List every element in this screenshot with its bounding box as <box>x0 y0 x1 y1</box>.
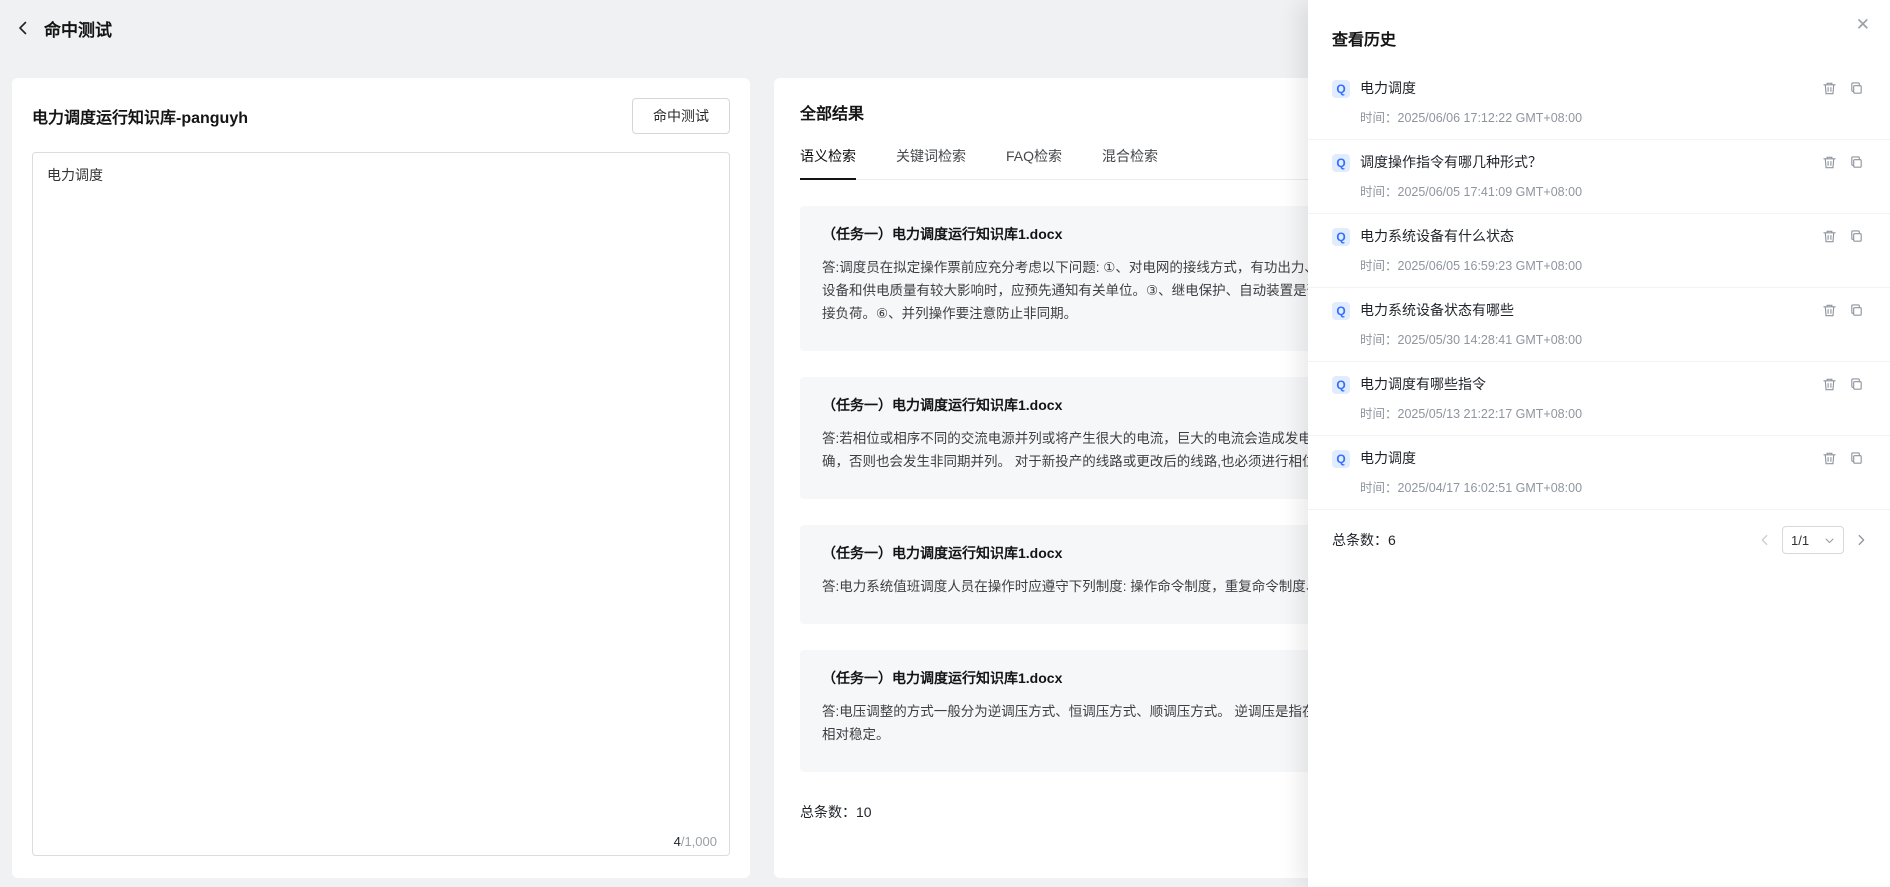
history-time: 时间：2025/06/05 17:41:09 GMT+08:00 <box>1360 181 1812 200</box>
history-question: 调度操作指令有哪几种形式？ <box>1360 152 1812 172</box>
prev-page-icon[interactable] <box>1758 533 1772 547</box>
char-count-limit: /1,000 <box>681 834 717 849</box>
history-question: 电力调度有哪些指令 <box>1360 374 1812 394</box>
tab-keyword-search[interactable]: 关键词检索 <box>896 146 966 179</box>
chevron-down-icon <box>1824 535 1835 546</box>
history-list: Q 电力调度 时间：2025/06/06 17:12:22 GMT+08:00 … <box>1308 66 1890 510</box>
history-item[interactable]: Q 电力系统设备状态有哪些 时间：2025/05/30 14:28:41 GMT… <box>1308 288 1890 362</box>
history-question: 电力调度 <box>1360 448 1812 468</box>
copy-icon[interactable] <box>1849 451 1864 466</box>
page-select[interactable]: 1/1 <box>1782 526 1844 554</box>
question-badge-icon: Q <box>1332 302 1350 320</box>
pagination: 1/1 <box>1758 526 1868 554</box>
question-badge-icon: Q <box>1332 228 1350 246</box>
copy-icon[interactable] <box>1849 155 1864 170</box>
back-icon[interactable] <box>14 19 32 37</box>
delete-icon[interactable] <box>1822 303 1837 318</box>
knowledge-base-title: 电力调度运行知识库-panguyh <box>32 104 248 128</box>
next-page-icon[interactable] <box>1854 533 1868 547</box>
history-total-value: 6 <box>1388 532 1396 548</box>
history-question: 电力系统设备有什么状态 <box>1360 226 1812 246</box>
delete-icon[interactable] <box>1822 81 1837 96</box>
tab-hybrid-search[interactable]: 混合检索 <box>1102 146 1158 179</box>
close-icon[interactable]: ✕ <box>1856 16 1870 33</box>
query-input[interactable]: 电力调度 <box>33 153 729 855</box>
history-item[interactable]: Q 电力调度 时间：2025/04/17 16:02:51 GMT+08:00 <box>1308 436 1890 510</box>
copy-icon[interactable] <box>1849 229 1864 244</box>
history-footer: 总条数：6 1/1 <box>1308 510 1890 554</box>
copy-icon[interactable] <box>1849 303 1864 318</box>
history-item[interactable]: Q 电力系统设备有什么状态 时间：2025/06/05 16:59:23 GMT… <box>1308 214 1890 288</box>
history-time: 时间：2025/06/06 17:12:22 GMT+08:00 <box>1360 107 1812 126</box>
history-item[interactable]: Q 调度操作指令有哪几种形式？ 时间：2025/06/05 17:41:09 G… <box>1308 140 1890 214</box>
tab-faq-search[interactable]: FAQ检索 <box>1006 146 1062 179</box>
delete-icon[interactable] <box>1822 451 1837 466</box>
copy-icon[interactable] <box>1849 377 1864 392</box>
history-drawer-title: 查看历史 <box>1332 32 1396 49</box>
question-badge-icon: Q <box>1332 450 1350 468</box>
char-count-current: 4 <box>674 834 681 849</box>
question-badge-icon: Q <box>1332 376 1350 394</box>
history-item[interactable]: Q 电力调度有哪些指令 时间：2025/05/13 21:22:17 GMT+0… <box>1308 362 1890 436</box>
results-total-label: 总条数： <box>800 804 856 820</box>
copy-icon[interactable] <box>1849 81 1864 96</box>
history-total: 总条数：6 <box>1332 530 1396 550</box>
page-indicator: 1/1 <box>1791 533 1809 548</box>
history-time: 时间：2025/04/17 16:02:51 GMT+08:00 <box>1360 477 1812 496</box>
history-time: 时间：2025/05/13 21:22:17 GMT+08:00 <box>1360 403 1812 422</box>
delete-icon[interactable] <box>1822 229 1837 244</box>
tab-semantic-search[interactable]: 语义检索 <box>800 146 856 179</box>
query-textarea-wrap: 电力调度 4/1,000 <box>32 152 730 856</box>
query-panel: 电力调度运行知识库-panguyh 命中测试 电力调度 4/1,000 <box>12 78 750 878</box>
page-title: 命中测试 <box>44 16 112 41</box>
hit-test-button[interactable]: 命中测试 <box>632 98 730 134</box>
history-question: 电力系统设备状态有哪些 <box>1360 300 1812 320</box>
history-total-label: 总条数： <box>1332 532 1388 548</box>
page-header: 命中测试 <box>0 0 112 56</box>
results-total-value: 10 <box>856 804 872 820</box>
history-drawer: 查看历史 ✕ Q 电力调度 时间：2025/06/06 17:12:22 GMT… <box>1308 0 1890 887</box>
question-badge-icon: Q <box>1332 154 1350 172</box>
char-count: 4/1,000 <box>674 834 717 849</box>
history-question: 电力调度 <box>1360 78 1812 98</box>
history-time: 时间：2025/06/05 16:59:23 GMT+08:00 <box>1360 255 1812 274</box>
delete-icon[interactable] <box>1822 155 1837 170</box>
delete-icon[interactable] <box>1822 377 1837 392</box>
history-item[interactable]: Q 电力调度 时间：2025/06/06 17:12:22 GMT+08:00 <box>1308 66 1890 140</box>
question-badge-icon: Q <box>1332 80 1350 98</box>
history-time: 时间：2025/05/30 14:28:41 GMT+08:00 <box>1360 329 1812 348</box>
